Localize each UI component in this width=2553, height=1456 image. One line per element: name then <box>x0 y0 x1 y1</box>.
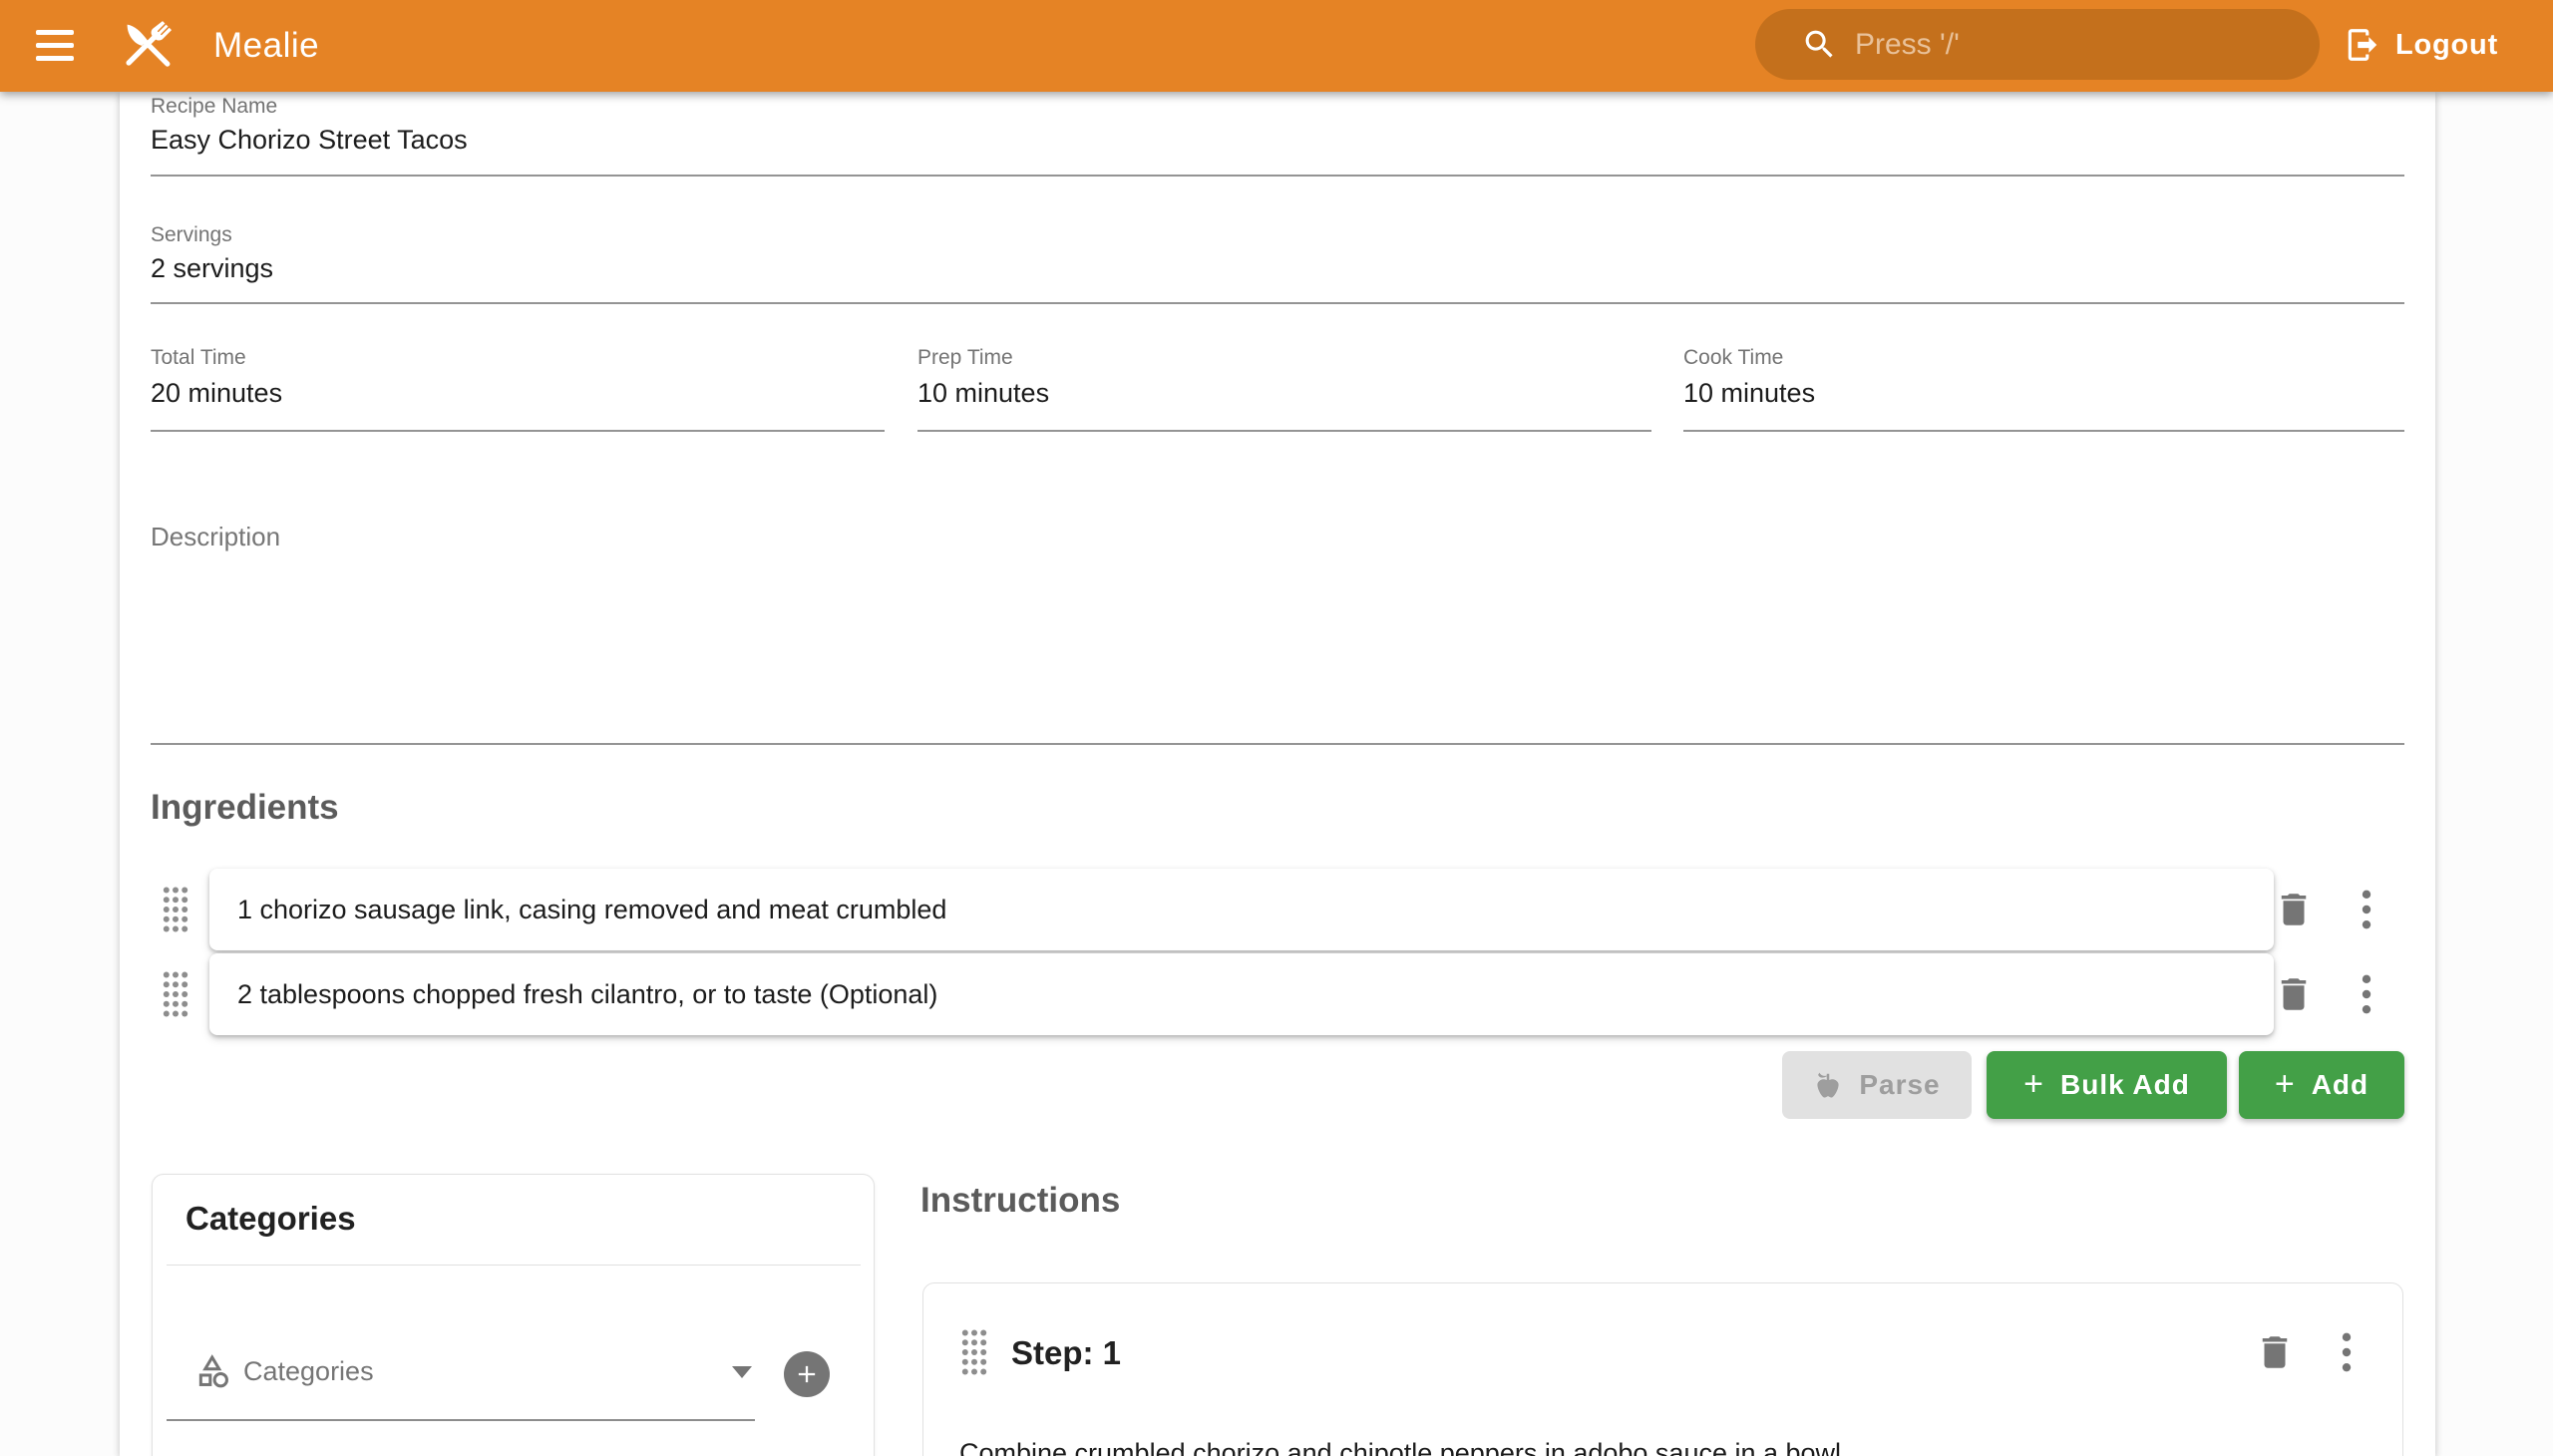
total-time-underline <box>151 430 885 432</box>
hamburger-menu-icon[interactable] <box>36 26 74 66</box>
description-underline <box>151 743 2404 745</box>
bulk-add-label: Bulk Add <box>2060 1069 2190 1101</box>
ingredients-heading: Ingredients <box>151 788 339 828</box>
drag-handle-icon[interactable] <box>162 887 189 932</box>
add-label: Add <box>2312 1069 2369 1101</box>
drag-handle-icon[interactable] <box>162 971 189 1017</box>
plus-icon <box>793 1360 821 1388</box>
delete-ingredient-icon[interactable] <box>2273 889 2315 930</box>
description-label: Description <box>151 522 280 552</box>
plus-icon: + <box>2275 1067 2296 1101</box>
ingredient-input[interactable]: 1 chorizo sausage link, casing removed a… <box>209 869 2274 950</box>
divider <box>167 1265 861 1266</box>
ingredient-menu-kebab-icon[interactable] <box>2361 973 2372 1015</box>
servings-input[interactable]: 2 servings <box>151 253 273 284</box>
step-title: Step: 1 <box>1011 1334 1121 1372</box>
logout-button[interactable]: Logout <box>2334 14 2533 78</box>
mealie-logo-icon[interactable] <box>116 13 182 79</box>
prep-time-underline <box>917 430 1651 432</box>
create-category-button[interactable] <box>784 1351 830 1397</box>
ingredient-text: 2 tablespoons chopped fresh cilantro, or… <box>237 979 937 1010</box>
cook-time-label: Cook Time <box>1683 346 1783 370</box>
categories-card-title: Categories <box>185 1200 356 1238</box>
instructions-heading: Instructions <box>920 1181 1120 1221</box>
step-text-input[interactable]: Combine crumbled chorizo and chipotle pe… <box>959 1434 2356 1456</box>
ingredient-input[interactable]: 2 tablespoons chopped fresh cilantro, or… <box>209 953 2274 1035</box>
plus-icon: + <box>2023 1067 2044 1101</box>
app-bar: Mealie Logout <box>0 0 2553 92</box>
app-title: Mealie <box>213 26 319 66</box>
logout-icon <box>2344 26 2381 64</box>
servings-label: Servings <box>151 223 232 247</box>
apple-icon <box>1813 1070 1843 1100</box>
bulk-add-button[interactable]: + Bulk Add <box>1987 1051 2227 1119</box>
recipe-name-label: Recipe Name <box>151 95 277 119</box>
delete-step-icon[interactable] <box>2254 1331 2296 1373</box>
recipe-name-input[interactable]: Easy Chorizo Street Tacos <box>151 125 468 156</box>
search-icon <box>1801 26 1838 63</box>
logout-label: Logout <box>2395 29 2498 62</box>
cook-time-underline <box>1683 430 2404 432</box>
categories-select[interactable]: Categories <box>243 1356 374 1387</box>
prep-time-label: Prep Time <box>917 346 1013 370</box>
ingredient-menu-kebab-icon[interactable] <box>2361 889 2372 930</box>
search-box[interactable] <box>1755 9 2320 80</box>
mealie-recipe-editor-screen: Mealie Logout Recipe Name Easy Chorizo S… <box>0 0 2553 1456</box>
parse-label: Parse <box>1859 1069 1940 1101</box>
servings-underline <box>151 302 2404 304</box>
search-input[interactable] <box>1855 9 2294 80</box>
total-time-input[interactable]: 20 minutes <box>151 378 282 409</box>
drag-handle-icon[interactable] <box>960 1329 988 1375</box>
categories-select-underline <box>167 1419 755 1421</box>
cook-time-input[interactable]: 10 minutes <box>1683 378 1815 409</box>
parse-button[interactable]: Parse <box>1782 1051 1972 1119</box>
delete-ingredient-icon[interactable] <box>2273 973 2315 1015</box>
prep-time-input[interactable]: 10 minutes <box>917 378 1049 409</box>
step-menu-kebab-icon[interactable] <box>2341 1331 2353 1373</box>
add-ingredient-button[interactable]: + Add <box>2239 1051 2404 1119</box>
categories-card: Categories Categories <box>152 1174 875 1456</box>
recipe-name-underline <box>151 175 2404 177</box>
shapes-icon <box>194 1352 232 1390</box>
ingredient-text: 1 chorizo sausage link, casing removed a… <box>237 895 946 925</box>
instruction-step-card: Step: 1 Combine crumbled chorizo and chi… <box>922 1282 2403 1456</box>
total-time-label: Total Time <box>151 346 246 370</box>
chevron-down-icon[interactable] <box>732 1366 752 1378</box>
